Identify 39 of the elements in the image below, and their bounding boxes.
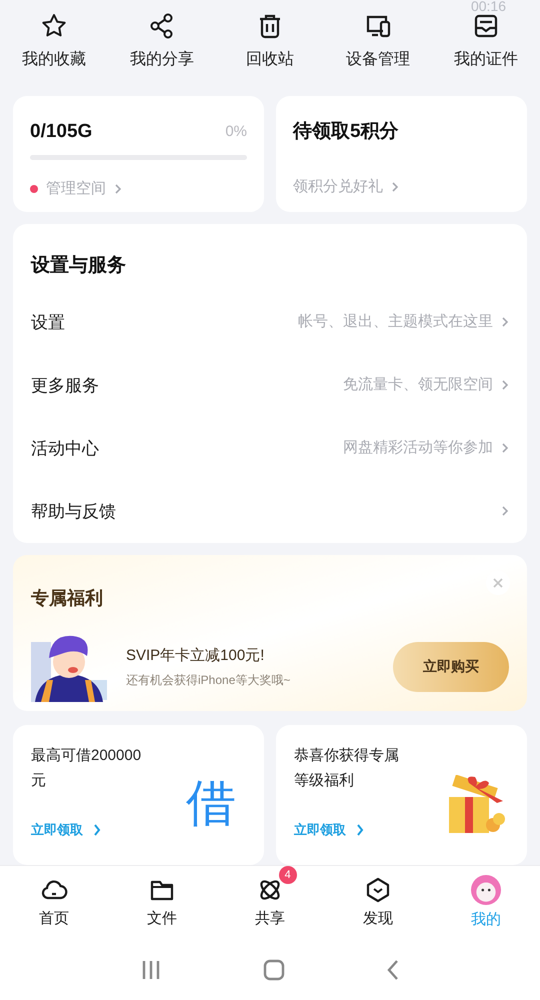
section-title: 设置与服务 [31,254,127,278]
shortcut-item[interactable]: 我的分享 [108,12,216,96]
chevron-icon [93,824,101,836]
shortcut-item[interactable]: 我的收藏 [0,12,108,96]
avatar-icon [471,874,501,905]
chevron-icon [391,181,399,194]
settings-row[interactable]: 帮助与反馈 [31,480,509,543]
chevron-icon [114,183,122,196]
chevron-icon [501,505,509,518]
tray-icon [472,12,500,40]
notification-badge: 4 [278,866,297,884]
nav-tab[interactable]: 共享 4 [216,866,324,930]
chevron-icon [356,824,364,836]
points-title: 待领取5积分 [293,120,400,144]
storage-percent: 0% [225,122,247,142]
nav-tab[interactable]: 文件 [108,866,216,930]
chevron-icon [501,379,509,392]
chevron-icon [501,316,509,328]
promo-title: 专属福利 [31,586,104,610]
nav-tab[interactable]: 发现 [324,866,432,930]
offer-card[interactable]: 恭喜你获得专属等级福利 立即领取 [276,725,527,865]
offer-text: 恭喜你获得专属等级福利 [294,746,400,791]
settings-row[interactable]: 活动中心 网盘精彩活动等你参加 [31,416,509,480]
back-icon[interactable] [386,959,400,981]
cube-icon [364,876,392,904]
settings-row[interactable]: 更多服务 免流量卡、领无限空间 [31,354,509,417]
buy-now-button[interactable]: 立即购买 [393,642,509,692]
settings-row[interactable]: 设置 帐号、退出、主题模式在这里 [31,290,509,354]
promo-headline: SVIP年卡立减100元! [126,646,266,666]
storage-usage: 0/105G [30,120,92,144]
nav-tab[interactable]: 首页 [0,866,108,930]
offer-card[interactable]: 最高可借200000元 立即领取 借 [13,725,264,865]
shortcut-item[interactable]: 回收站 [216,12,324,96]
home-icon[interactable] [262,959,285,981]
chevron-icon [501,442,509,454]
promo-subline: 还有机会获得iPhone等大奖哦~ [126,672,292,690]
offer-text: 最高可借200000元 [31,746,142,791]
loan-glyph: 借 [186,775,236,831]
shortcut-item[interactable]: 设备管理 [324,12,432,96]
